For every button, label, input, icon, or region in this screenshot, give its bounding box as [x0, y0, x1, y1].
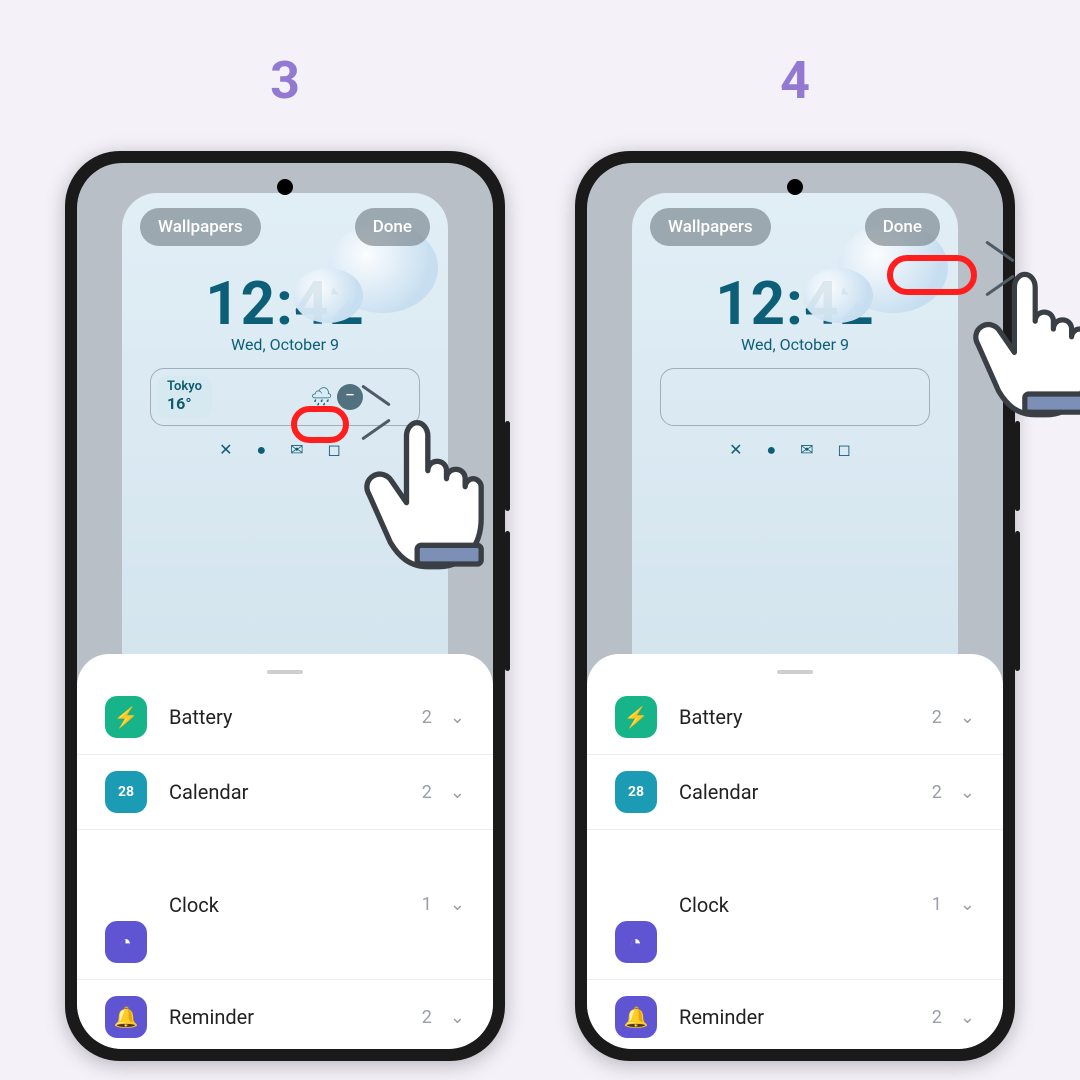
done-button[interactable]: Done [355, 208, 430, 246]
hand-cursor-icon [355, 412, 490, 572]
mail-icon: ✉ [290, 440, 313, 459]
chevron-down-icon: ⌄ [960, 782, 975, 803]
chat-icon: ● [257, 440, 277, 459]
done-button[interactable]: Done [865, 208, 940, 246]
widget-picker-sheet[interactable]: ⚡ Battery 2 ⌄ 28 Calendar 2 ⌄ ◔ Clock [587, 654, 1003, 1049]
chat-icon: ● [767, 440, 787, 459]
weather-city: Tokyo [167, 380, 202, 395]
app-icon: ◻ [838, 440, 861, 459]
calendar-icon: 28 [105, 771, 147, 813]
mail-icon: ✉ [800, 440, 823, 459]
notification-icons: ✕ ● ✉ ◻ [632, 440, 958, 460]
battery-icon: ⚡ [615, 696, 657, 738]
list-item-count: 1 [932, 894, 942, 915]
battery-icon: ⚡ [105, 696, 147, 738]
step-3-column: 3 Wallpapers Done 12:42 Wed, October 9 T… [65, 50, 505, 1061]
list-item-label: Clock [679, 893, 932, 917]
chevron-down-icon: ⌄ [960, 707, 975, 728]
chevron-down-icon: ⌄ [450, 782, 465, 803]
camera-notch [277, 179, 293, 195]
widget-slot-empty[interactable] [660, 368, 930, 426]
widget-picker-sheet[interactable]: ⚡ Battery 2 ⌄ 28 Calendar 2 ⌄ ◔ Clock [77, 654, 493, 1049]
list-item-reminder[interactable]: 🔔 Reminder 2 ⌄ [587, 980, 1003, 1049]
sheet-handle[interactable] [777, 670, 813, 674]
chevron-down-icon: ⌄ [450, 1007, 465, 1028]
miss-call-icon: ✕ [729, 440, 752, 459]
stage: 3 Wallpapers Done 12:42 Wed, October 9 T… [0, 0, 1080, 1061]
list-item-calendar[interactable]: 28 Calendar 2 ⌄ [77, 755, 493, 830]
list-item-calendar[interactable]: 28 Calendar 2 ⌄ [587, 755, 1003, 830]
wallpapers-button[interactable]: Wallpapers [650, 208, 771, 246]
list-item-count: 2 [932, 782, 942, 803]
date-display: Wed, October 9 [632, 335, 958, 354]
list-item-clock[interactable]: ◔ Clock 1 ⌄ [77, 830, 493, 980]
camera-notch [787, 179, 803, 195]
phone-screen: Wallpapers Done 12:42 Wed, October 9 ✕ ●… [587, 163, 1003, 1049]
miss-call-icon: ✕ [219, 440, 242, 459]
step-number-3: 3 [65, 50, 505, 111]
chevron-down-icon: ⌄ [960, 894, 975, 915]
clock-icon: ◔ [105, 921, 147, 963]
list-item-label: Reminder [679, 1005, 932, 1029]
list-item-count: 2 [422, 782, 432, 803]
sheet-handle[interactable] [267, 670, 303, 674]
calendar-icon: 28 [615, 771, 657, 813]
chevron-down-icon: ⌄ [960, 1007, 975, 1028]
list-item-reminder[interactable]: 🔔 Reminder 2 ⌄ [77, 980, 493, 1049]
list-item-count: 1 [422, 894, 432, 915]
hand-cursor-icon [965, 262, 1080, 422]
weather-widget[interactable]: Tokyo 16° [157, 376, 212, 417]
list-item-label: Battery [169, 705, 422, 729]
list-item-clock[interactable]: ◔ Clock 1 ⌄ [587, 830, 1003, 980]
bell-icon: 🔔 [105, 996, 147, 1038]
cloud-icon [293, 268, 363, 323]
list-item-count: 2 [932, 1007, 942, 1028]
date-display: Wed, October 9 [122, 335, 448, 354]
list-item-battery[interactable]: ⚡ Battery 2 ⌄ [77, 680, 493, 755]
chevron-down-icon: ⌄ [450, 707, 465, 728]
phone-frame: Wallpapers Done 12:42 Wed, October 9 Tok… [65, 151, 505, 1061]
rain-icon: 🌧 [310, 387, 333, 408]
list-item-count: 2 [422, 707, 432, 728]
phone-screen: Wallpapers Done 12:42 Wed, October 9 Tok… [77, 163, 493, 1049]
weather-temp: 16° [167, 395, 202, 413]
wallpapers-button[interactable]: Wallpapers [140, 208, 261, 246]
bell-icon: 🔔 [615, 996, 657, 1038]
step-4-column: 4 Wallpapers Done 12:42 Wed, October 9 ✕… [575, 50, 1015, 1061]
list-item-battery[interactable]: ⚡ Battery 2 ⌄ [587, 680, 1003, 755]
list-item-label: Battery [679, 705, 932, 729]
remove-widget-button[interactable]: − [337, 384, 363, 410]
cloud-icon [803, 268, 873, 323]
list-item-label: Calendar [679, 780, 932, 804]
list-item-label: Calendar [169, 780, 422, 804]
step-number-4: 4 [575, 50, 1015, 111]
lockscreen-preview: Wallpapers Done 12:42 Wed, October 9 ✕ ●… [632, 193, 958, 733]
list-item-label: Reminder [169, 1005, 422, 1029]
chevron-down-icon: ⌄ [450, 894, 465, 915]
list-item-count: 2 [422, 1007, 432, 1028]
app-icon: ◻ [328, 440, 351, 459]
list-item-count: 2 [932, 707, 942, 728]
clock-icon: ◔ [615, 921, 657, 963]
list-item-label: Clock [169, 893, 422, 917]
phone-frame: Wallpapers Done 12:42 Wed, October 9 ✕ ●… [575, 151, 1015, 1061]
